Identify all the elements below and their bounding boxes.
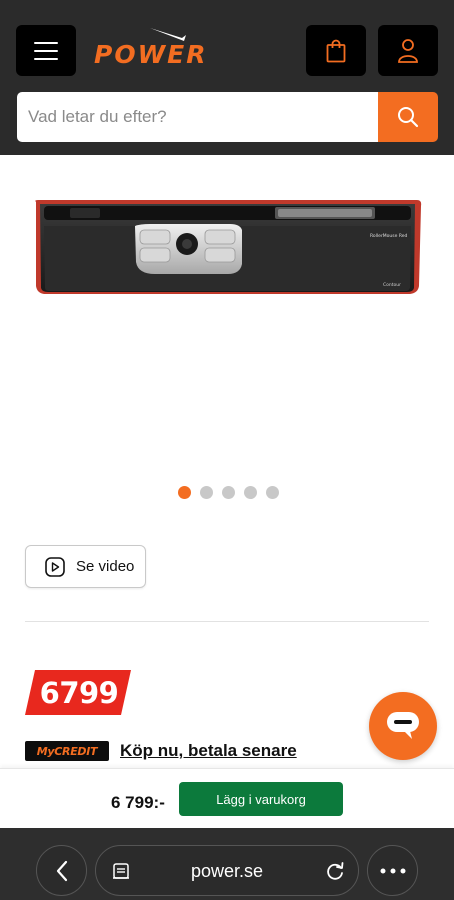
carousel-dot-2[interactable]: [200, 486, 213, 499]
sticky-cart-bar: 6 799:- Lägg i varukorg: [0, 768, 454, 828]
price-value: 6799: [39, 675, 119, 710]
chat-icon: [387, 712, 419, 739]
carousel-dot-5[interactable]: [266, 486, 279, 499]
cart-button[interactable]: [306, 25, 366, 76]
carousel-dot-3[interactable]: [222, 486, 235, 499]
shopping-bag-icon: [326, 39, 346, 62]
search-button[interactable]: [378, 92, 438, 142]
carousel-dots: [178, 486, 279, 499]
chat-button[interactable]: [369, 692, 437, 760]
add-to-cart-button[interactable]: Lägg i varukorg: [179, 782, 343, 816]
logo-text: POWER: [94, 40, 208, 69]
product-image[interactable]: RollerMouse Red Contour: [30, 196, 425, 298]
mycredit-logo-text: MyCREDIT: [36, 744, 98, 758]
mycredit-logo: MyCREDIT: [25, 741, 109, 761]
carousel-dot-1[interactable]: [178, 486, 191, 499]
reload-icon[interactable]: [324, 860, 346, 882]
product-brand: Contour: [383, 282, 401, 288]
back-button[interactable]: [36, 845, 87, 896]
more-button[interactable]: [367, 845, 418, 896]
search-bar: [17, 92, 438, 142]
account-button[interactable]: [378, 25, 438, 76]
cart-bar-price: 6 799:-: [111, 793, 165, 812]
video-button-label: Se video: [76, 558, 135, 575]
price-tag: 6799: [25, 670, 131, 715]
more-icon: [380, 868, 405, 873]
credit-link[interactable]: Köp nu, betala senare: [120, 741, 297, 761]
browser-toolbar: power.se: [0, 828, 454, 900]
menu-icon: [34, 41, 58, 60]
video-button[interactable]: Se video: [25, 545, 146, 588]
site-header: POWER: [0, 0, 454, 155]
user-icon: [398, 38, 418, 63]
address-bar[interactable]: power.se: [95, 845, 359, 896]
carousel-dot-4[interactable]: [244, 486, 257, 499]
divider: [25, 621, 429, 622]
search-icon: [398, 107, 419, 128]
menu-button[interactable]: [16, 25, 76, 76]
power-logo[interactable]: POWER: [94, 26, 254, 69]
search-input[interactable]: [17, 92, 378, 142]
product-label: RollerMouse Red: [370, 233, 408, 239]
url-text: power.se: [190, 861, 264, 881]
play-icon: [45, 556, 65, 577]
back-arrow-icon: [56, 860, 67, 881]
